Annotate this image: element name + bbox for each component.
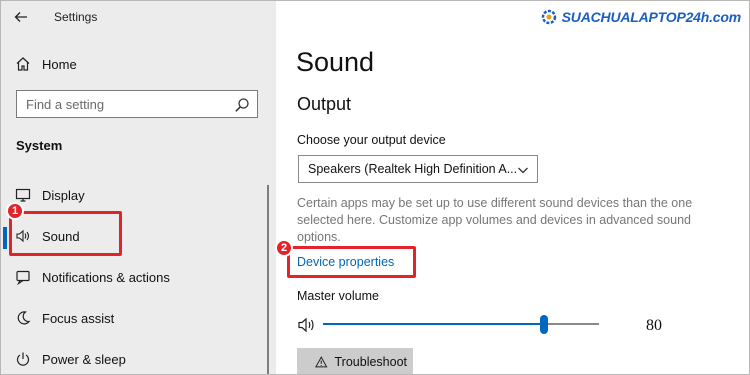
slider-thumb[interactable] — [539, 315, 548, 334]
sidebar-item-notifications[interactable]: Notifications & actions — [1, 260, 266, 294]
sidebar-scrollbar[interactable] — [267, 185, 269, 374]
main-content: SUACHUALAPTOP24h.com Sound Output Choose… — [276, 1, 749, 374]
moon-icon — [13, 308, 33, 328]
sidebar: Settings Home System Display Sound — [1, 1, 276, 374]
highlight-box-device-properties — [287, 246, 416, 278]
output-device-dropdown[interactable]: Speakers (Realtek High Definition A... — [298, 155, 538, 183]
dropdown-value: Speakers (Realtek High Definition A... — [308, 162, 518, 176]
sidebar-item-label: Display — [42, 187, 85, 203]
output-device-label: Choose your output device — [297, 133, 446, 147]
sidebar-item-power-sleep[interactable]: Power & sleep — [1, 342, 266, 374]
search-icon[interactable] — [234, 97, 250, 113]
highlight-box-sound — [9, 211, 122, 256]
master-volume-label: Master volume — [297, 289, 379, 303]
troubleshoot-label: Troubleshoot — [334, 355, 408, 369]
watermark-text: SUACHUALAPTOP24h.com — [561, 9, 742, 25]
chevron-down-icon — [518, 167, 528, 174]
sidebar-item-label: Power & sleep — [42, 351, 126, 367]
sidebar-item-home[interactable]: Home — [1, 47, 266, 81]
sidebar-item-display[interactable]: Display — [1, 178, 266, 212]
app-title: Settings — [54, 10, 98, 24]
home-label: Home — [42, 56, 77, 72]
warning-icon — [315, 356, 328, 368]
search-box[interactable] — [16, 90, 258, 118]
master-volume-row: 80 — [297, 313, 737, 337]
troubleshoot-button[interactable]: Troubleshoot — [297, 348, 413, 374]
home-icon — [13, 54, 33, 74]
back-arrow-icon — [14, 12, 27, 22]
back-button[interactable] — [11, 7, 31, 27]
section-heading-system: System — [16, 138, 63, 153]
sidebar-item-focus-assist[interactable]: Focus assist — [1, 301, 266, 335]
description-text: Certain apps may be set up to use differ… — [297, 196, 693, 244]
window-frame: Settings Home System Display Sound — [0, 0, 750, 375]
gear-logo-icon — [541, 9, 556, 25]
sidebar-item-label: Notifications & actions — [42, 269, 170, 285]
annotation-badge-1: 1 — [6, 202, 24, 220]
volume-value: 80 — [646, 317, 662, 334]
sidebar-item-label: Focus assist — [42, 310, 115, 326]
search-input[interactable] — [17, 91, 232, 117]
annotation-badge-2: 2 — [275, 239, 293, 257]
output-heading: Output — [297, 94, 352, 114]
page-title: Sound — [296, 47, 375, 77]
title-bar: Settings — [1, 1, 276, 33]
notification-icon — [13, 267, 33, 287]
watermark-logo: SUACHUALAPTOP24h.com — [540, 8, 741, 26]
speaker-icon[interactable] — [297, 316, 317, 334]
power-icon — [13, 349, 33, 369]
master-volume-slider[interactable] — [323, 313, 599, 337]
slider-fill — [323, 323, 544, 325]
